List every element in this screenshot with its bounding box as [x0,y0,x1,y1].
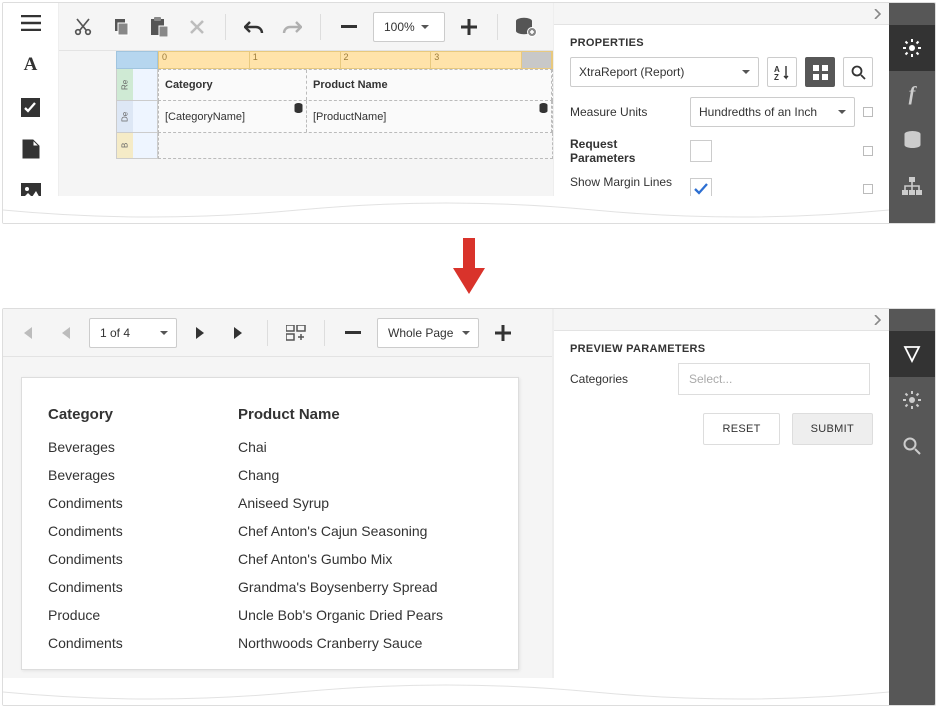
image-tool-icon[interactable] [19,179,43,203]
preview-toolbar: 1 of 4 Whole Page [3,309,552,357]
table-row: CondimentsNorthwoods Cranberry Sauce [48,629,492,657]
detail-row[interactable]: [CategoryName] [ProductName] [158,101,553,133]
multipage-button[interactable] [282,319,310,347]
table-row: BeveragesChai [48,433,492,461]
element-selector[interactable]: XtraReport (Report) [570,57,759,87]
prop-label-request-parameters: Request Parameters [570,137,682,165]
doc-tool-icon[interactable] [19,137,43,161]
prop-label-show-margin-lines: Show Margin Lines ... [570,175,682,203]
rail-expand-top[interactable] [889,309,935,331]
datasource-button[interactable] [512,13,540,41]
header-row[interactable]: Category Product Name [158,69,553,101]
show-margin-lines-checkbox[interactable] [690,178,712,200]
prop-label-measure-units: Measure Units [570,105,682,119]
categories-select[interactable]: Select... [678,363,870,395]
hamburger-icon[interactable] [19,11,43,35]
delete-button[interactable] [183,13,211,41]
data-tab[interactable] [889,117,935,163]
zoom-out-button[interactable] [335,13,363,41]
detail-cell-productname[interactable]: [ProductName] [307,101,552,132]
detail-cell-category[interactable]: [CategoryName] [159,101,307,132]
properties-panel: PROPERTIES XtraReport (Report) AZ Measur… [553,3,889,223]
zoom-value: 100% [384,20,415,34]
request-parameters-checkbox[interactable] [690,140,712,162]
header-cell-productname[interactable]: Product Name [307,70,552,100]
page-selector[interactable]: 1 of 4 [89,318,177,348]
panel-collapse-button[interactable] [554,3,889,25]
rail-expand-top[interactable] [889,3,935,25]
designer-dark-rail: f [889,3,935,223]
designer-canvas[interactable]: 0 1 2 3 Re De B Category Product Name [C… [59,51,553,223]
zoom-out-button[interactable] [339,319,367,347]
prop-favorite-toggle[interactable] [863,184,873,194]
submit-button[interactable]: SUBMIT [792,413,873,445]
undo-button[interactable] [240,13,268,41]
report-table: Category Product Name BeveragesChaiBever… [48,402,492,657]
table-row: CondimentsChef Anton's Gumbo Mix [48,545,492,573]
table-row: BeveragesChang [48,461,492,489]
down-arrow-icon [0,224,938,308]
ruler-horizontal: 0 1 2 3 [158,51,553,69]
first-page-button[interactable] [13,319,41,347]
preview-parameters-panel: PREVIEW PARAMETERS Categories Select... … [553,309,889,705]
tree-tab[interactable] [889,163,935,209]
reset-button[interactable]: RESET [703,413,779,445]
table-row: CondimentsAniseed Syrup [48,489,492,517]
design-surface[interactable]: Category Product Name [CategoryName] [Pr… [158,69,553,159]
search-props-button[interactable] [843,57,873,87]
svg-text:Z: Z [774,73,779,80]
field-binding-icon [539,103,548,114]
preview-dark-rail [889,309,935,705]
search-tab[interactable] [889,423,935,469]
designer-toolbar: 100% [59,3,553,51]
text-tool-icon[interactable]: A [19,53,43,77]
footer-row[interactable] [158,133,553,159]
band-footer-handle[interactable]: B [116,133,158,159]
prev-page-button[interactable] [51,319,79,347]
preview-parameters-title: PREVIEW PARAMETERS [554,331,889,363]
preview-surface[interactable]: Category Product Name BeveragesChaiBever… [3,357,552,705]
last-page-button[interactable] [225,319,253,347]
param-label-categories: Categories [570,372,670,386]
redo-button[interactable] [278,13,306,41]
zoom-in-button[interactable] [455,13,483,41]
table-row: CondimentsChef Anton's Cajun Seasoning [48,517,492,545]
table-row: ProduceUncle Bob's Organic Dried Pears [48,601,492,629]
cut-button[interactable] [69,13,97,41]
paste-button[interactable] [145,13,173,41]
sort-alpha-button[interactable]: AZ [767,57,797,87]
report-header-category: Category [48,402,238,433]
zoom-in-button[interactable] [489,319,517,347]
designer-left-rail: A [3,3,59,223]
table-row: CondimentsGrandma's Boysenberry Spread [48,573,492,601]
functions-tab[interactable]: f [889,71,935,117]
panel-collapse-button[interactable] [554,309,889,331]
prop-favorite-toggle[interactable] [863,107,873,117]
header-cell-category[interactable]: Category [159,70,307,100]
parameters-tab[interactable] [889,331,935,377]
ruler-vertical: Re De B [116,69,158,159]
next-page-button[interactable] [187,319,215,347]
band-detail-handle[interactable]: De [116,101,158,133]
properties-title: PROPERTIES [554,25,889,57]
measure-units-dropdown[interactable]: Hundredths of an Inch [690,97,855,127]
band-header-handle[interactable]: Re [116,69,158,101]
copy-button[interactable] [107,13,135,41]
zoom-combo[interactable]: 100% [373,12,445,42]
properties-tab[interactable] [889,25,935,71]
prop-favorite-toggle[interactable] [863,146,873,156]
settings-tab[interactable] [889,377,935,423]
categorized-button[interactable] [805,57,835,87]
ruler-corner[interactable] [116,51,158,69]
field-binding-icon [294,103,303,114]
zoom-mode-combo[interactable]: Whole Page [377,318,479,348]
report-page: Category Product Name BeveragesChaiBever… [21,377,519,670]
check-tool-icon[interactable] [19,95,43,119]
report-header-productname: Product Name [238,402,492,433]
